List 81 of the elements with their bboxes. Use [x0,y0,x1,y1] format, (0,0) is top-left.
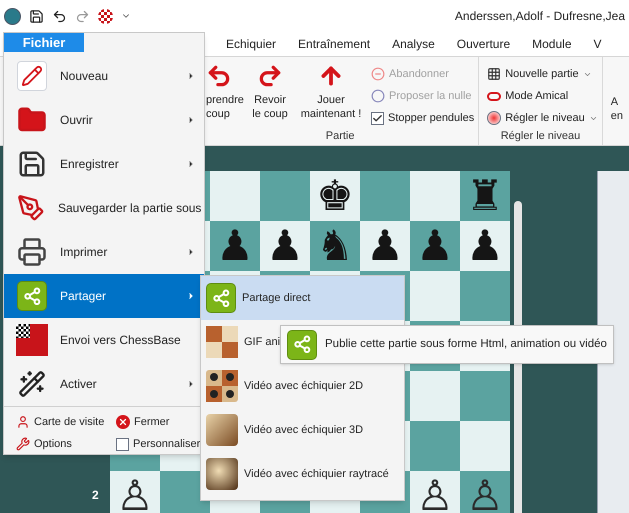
close-icon [116,415,130,429]
menu-footer-button[interactable]: Personnaliser [116,435,204,453]
printer-icon [16,237,48,267]
chess-piece[interactable]: ♟ [366,224,404,268]
board-square[interactable]: ♟ [410,221,460,271]
chess-engine-icon[interactable] [98,8,113,24]
ribbon-tab[interactable]: Analyse [392,35,435,53]
checkerboard-logo-icon [16,324,48,356]
ribbon-tab[interactable]: Module [532,35,572,53]
submenu-item[interactable]: Partage direct [201,276,404,320]
chess-piece[interactable]: ♟ [466,224,504,268]
pen-icon [16,193,46,223]
menu-item[interactable]: Activer [4,362,204,406]
checkered-board-icon [487,67,502,81]
ribbon-group-label: Régler le niveau [500,129,582,144]
board-square[interactable]: ♙ [110,471,160,513]
file-tab[interactable]: Fichier [4,33,84,52]
menu-footer-button[interactable]: Carte de visite [16,413,108,431]
undo-icon[interactable] [52,8,67,24]
board-square[interactable]: ♞ [310,221,360,271]
menu-item[interactable]: Enregistrer [4,142,204,186]
chess-piece[interactable]: ♙ [416,474,454,513]
board-square[interactable]: ♚ [310,171,360,221]
checkbox[interactable] [371,112,384,124]
dropdown-button[interactable]: Nouvelle partie [487,65,598,83]
person-icon [16,415,30,429]
chess-piece[interactable]: ♟ [416,224,454,268]
redo-arrow-icon [257,63,283,89]
menu-footer-button[interactable]: Options [16,435,108,453]
window-title: Anderssen,Adolf - Dufresne,Jea [454,8,625,25]
chess-piece[interactable]: ♜ [466,174,504,218]
undo-arrow-icon [206,63,232,89]
board-square[interactable]: ♟ [460,221,510,271]
ribbon-button-label: A [610,95,620,109]
submenu-item[interactable]: Vidéo avec échiquier raytracé [201,452,404,496]
chess-piece[interactable]: ♙ [116,474,154,513]
share-icon [17,281,47,311]
share-icon [287,330,317,360]
board-square[interactable]: ♟ [260,221,310,271]
chess-piece[interactable]: ♟ [216,224,254,268]
menu-item[interactable]: Ouvrir [4,98,204,142]
chess-piece[interactable]: ♞ [316,224,354,268]
board-square[interactable]: ♟ [210,221,260,271]
ribbon-large-button[interactable]: Jouer maintenant ! [298,59,364,128]
menu-item[interactable]: Partager [4,274,204,318]
chess-piece[interactable]: ♚ [316,174,354,218]
chess-piece[interactable]: ♙ [466,474,504,513]
ribbon-large-button[interactable]: Revoir le coup [245,59,295,128]
ribbon-tab[interactable]: Entraînement [298,35,370,53]
ribbon-tab[interactable]: V [594,35,602,53]
menu-item[interactable]: Imprimer [4,230,204,274]
pencil-icon [17,61,47,91]
menu-item[interactable]: Sauvegarder la partie sous [4,186,204,230]
dial-icon [487,111,502,125]
app-logo-icon[interactable] [4,8,21,24]
minus-circle-icon [371,67,385,81]
menu-item[interactable]: Nouveau [4,54,204,98]
ribbon-tab[interactable]: Ouverture [456,35,510,53]
board-square[interactable]: ♙ [460,471,510,513]
save-icon[interactable] [29,8,44,24]
board-square[interactable]: ♟ [360,221,410,271]
checkbox-label: Stopper pendules [388,110,474,126]
chess-piece[interactable]: ♟ [266,224,304,268]
ribbon-tab[interactable]: Echiquier [226,35,276,53]
submenu-item[interactable]: Vidéo avec échiquier 3D [201,408,404,452]
share-icon [206,283,236,313]
wood-board-icon [206,326,238,358]
tooltip-text: Publie cette partie sous forme Html, animation ou vidéo [325,336,607,352]
submenu-item[interactable]: Vidéo avec échiquier 2D [201,364,404,408]
board-square[interactable]: ♜ [460,171,510,221]
rank-label: 2 [92,487,100,504]
wrench-icon [16,437,30,451]
ribbon-group-label: Partie [324,129,356,144]
ribbon-button[interactable]: Mode Amical [487,87,598,105]
ribbon-button-label: en [610,109,623,123]
redo-icon[interactable] [75,8,90,24]
board-square[interactable]: ♙ [410,471,460,513]
magic-wand-icon [17,369,47,399]
ribbon-large-button[interactable]: prendre coup [206,59,242,128]
dropdown-button[interactable]: Régler le niveau [487,109,598,127]
folder-icon [16,107,48,133]
